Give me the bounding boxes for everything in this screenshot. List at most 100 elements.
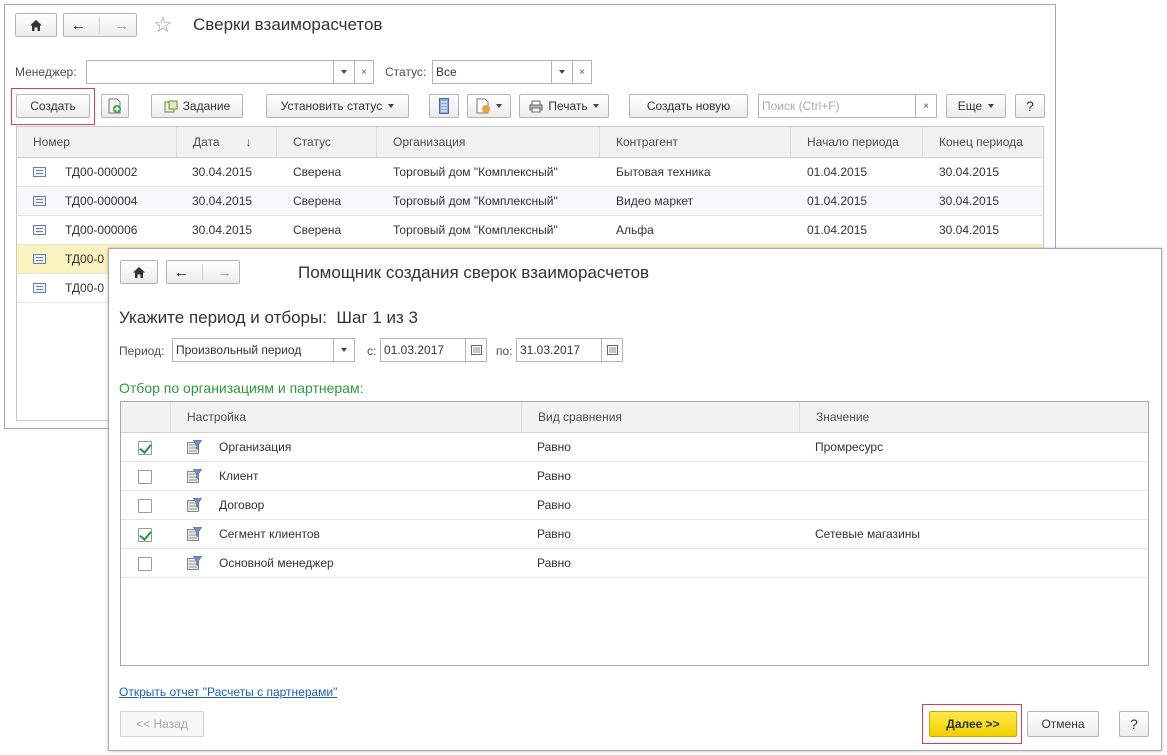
column-header-setting[interactable]: Настройка <box>171 402 522 432</box>
status-dropdown-button[interactable] <box>551 60 573 84</box>
filter-comparison: Равно <box>537 469 571 483</box>
column-header-check <box>121 402 171 432</box>
task-button-label: Задание <box>182 99 231 113</box>
add-document-icon <box>108 98 121 114</box>
filter-row[interactable]: Договор Равно <box>121 491 1148 520</box>
wizard-title: Помощник создания сверок взаиморасчетов <box>298 263 650 282</box>
row-number: ТД00-000002 <box>65 165 138 179</box>
status-select[interactable]: Все <box>432 60 552 84</box>
filter-field-icon <box>187 469 203 483</box>
filter-checkbox[interactable] <box>138 441 152 455</box>
filter-comparison: Равно <box>537 527 571 541</box>
cancel-button[interactable]: Отмена <box>1027 711 1099 737</box>
column-header-date-label: Дата <box>193 135 220 149</box>
next-button[interactable]: Далее >> <box>929 711 1017 737</box>
filter-setting: Клиент <box>219 469 259 483</box>
printer-icon <box>529 100 543 112</box>
create-button[interactable]: Создать <box>16 94 90 118</box>
to-date-input[interactable]: 31.03.2017 <box>516 338 602 362</box>
wizard-help-button[interactable]: ? <box>1119 711 1149 737</box>
table-header: Номер Дата ↓ Статус Организация Контраген… <box>17 127 1043 158</box>
create-new-button[interactable]: Создать новую <box>629 94 748 118</box>
manager-clear-button[interactable]: × <box>354 60 374 84</box>
table-row[interactable]: ТД00-000004 30.04.2015 Сверена Торговый … <box>17 187 1043 216</box>
document-icon <box>33 225 46 235</box>
row-date: 30.04.2015 <box>192 165 253 179</box>
close-icon: × <box>361 66 367 78</box>
filter-value: Сетевые магазины <box>815 527 921 541</box>
column-header-number[interactable]: Номер <box>17 127 177 157</box>
column-header-partner[interactable]: Контрагент <box>600 127 791 157</box>
table-row[interactable]: ТД00-000006 30.04.2015 Сверена Торговый … <box>17 216 1043 245</box>
filter-field-icon <box>187 440 203 454</box>
column-header-period-start[interactable]: Начало периода <box>791 127 923 157</box>
back-arrow-icon[interactable]: ← <box>174 264 189 281</box>
row-partner: Видео маркет <box>616 194 694 208</box>
list-button[interactable] <box>429 94 459 118</box>
table-row[interactable]: ТД00-000002 30.04.2015 Сверена Торговый … <box>17 158 1043 187</box>
column-header-date[interactable]: Дата ↓ <box>177 127 277 157</box>
manager-input[interactable] <box>86 60 334 84</box>
row-organization: Торговый дом "Комплексный" <box>393 165 558 179</box>
set-status-button[interactable]: Установить статус <box>266 94 409 118</box>
documents-button[interactable] <box>467 94 511 118</box>
more-label: Еще <box>957 99 983 113</box>
from-calendar-button[interactable] <box>465 338 487 362</box>
chevron-down-icon <box>496 104 502 108</box>
star-icon[interactable]: ☆ <box>153 13 173 37</box>
wizard-home-button[interactable] <box>120 260 158 284</box>
close-icon: × <box>579 66 585 78</box>
create-copy-button[interactable] <box>101 94 129 118</box>
period-dropdown-button[interactable] <box>333 338 355 362</box>
row-period-end: 30.04.2015 <box>939 223 1000 237</box>
row-period-start: 01.04.2015 <box>807 194 868 208</box>
document-icon <box>33 283 46 293</box>
column-header-comparison[interactable]: Вид сравнения <box>522 402 800 432</box>
filter-comparison: Равно <box>537 556 571 570</box>
filter-checkbox[interactable] <box>138 499 152 513</box>
row-period-end: 30.04.2015 <box>939 165 1000 179</box>
print-label: Печать <box>548 99 588 113</box>
forward-arrow-icon[interactable]: → <box>114 17 129 34</box>
from-date-input[interactable]: 01.03.2017 <box>380 338 466 362</box>
row-organization: Торговый дом "Комплексный" <box>393 194 558 208</box>
forward-arrow-icon[interactable]: → <box>217 264 232 281</box>
period-label: Период: <box>119 344 165 358</box>
document-settings-icon <box>476 98 490 114</box>
column-header-value[interactable]: Значение <box>800 402 1148 432</box>
filter-row[interactable]: Сегмент клиентов Равно Сетевые магазины <box>121 520 1148 549</box>
filter-checkbox[interactable] <box>138 528 152 542</box>
status-clear-button[interactable]: × <box>572 60 592 84</box>
to-calendar-button[interactable] <box>601 338 623 362</box>
manager-label: Менеджер: <box>15 65 77 79</box>
row-partner: Альфа <box>616 223 654 237</box>
filter-checkbox[interactable] <box>138 470 152 484</box>
column-header-period-end[interactable]: Конец периода <box>923 127 1043 157</box>
filter-row[interactable]: Основной менеджер Равно <box>121 549 1148 578</box>
column-header-organization[interactable]: Организация <box>377 127 600 157</box>
manager-dropdown-button[interactable] <box>333 60 355 84</box>
page-title: Сверки взаиморасчетов <box>193 15 383 34</box>
period-select[interactable]: Произвольный период <box>172 338 334 362</box>
row-number: ТД00-000004 <box>65 194 138 208</box>
column-header-status[interactable]: Статус <box>277 127 377 157</box>
filter-row[interactable]: Клиент Равно <box>121 462 1148 491</box>
row-date: 30.04.2015 <box>192 223 253 237</box>
task-button[interactable]: Задание <box>151 94 243 118</box>
filter-row[interactable]: Организация Равно Промресурс <box>121 433 1148 462</box>
search-clear-button[interactable]: × <box>915 94 937 118</box>
wizard-nav-buttons: ← → <box>166 260 240 284</box>
row-period-end: 30.04.2015 <box>939 194 1000 208</box>
filter-checkbox[interactable] <box>138 557 152 571</box>
search-input[interactable]: Поиск (Ctrl+F) <box>758 94 916 118</box>
report-link[interactable]: Открыть отчет "Расчеты с партнерами" <box>119 685 337 699</box>
back-button[interactable]: << Назад <box>120 711 204 737</box>
home-button[interactable] <box>15 13 57 37</box>
print-button[interactable]: Печать <box>519 94 609 118</box>
filter-field-icon <box>187 498 203 512</box>
row-status: Сверена <box>293 194 342 208</box>
more-button[interactable]: Еще <box>946 94 1006 118</box>
sort-down-icon: ↓ <box>245 135 252 149</box>
back-arrow-icon[interactable]: ← <box>71 17 86 34</box>
help-button[interactable]: ? <box>1015 94 1045 118</box>
